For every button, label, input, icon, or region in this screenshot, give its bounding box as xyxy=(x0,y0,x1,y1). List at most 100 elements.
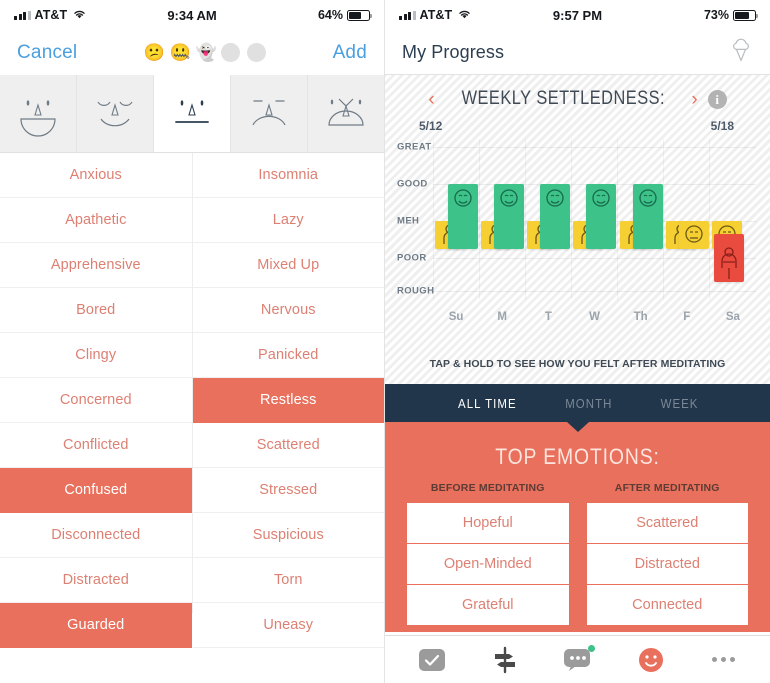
emotion-item[interactable]: Torn xyxy=(192,558,384,603)
progress-dot-3[interactable]: 👻 xyxy=(195,43,216,62)
status-left: AT&T xyxy=(399,8,471,22)
progress-dot-2[interactable]: 🤐 xyxy=(169,43,190,62)
ice-cream-cone-icon[interactable] xyxy=(729,36,753,69)
emotion-item[interactable]: Apprehensive xyxy=(0,243,192,288)
before-emotion-item[interactable]: Hopeful xyxy=(407,503,569,544)
emotion-item[interactable]: Apathetic xyxy=(0,198,192,243)
progress-dot-4[interactable] xyxy=(221,43,241,62)
day-column-f[interactable] xyxy=(664,139,710,299)
bar-after-su xyxy=(448,184,478,249)
frown-face-icon xyxy=(252,99,286,125)
good-figure-icon xyxy=(592,189,611,207)
emotion-item[interactable]: Uneasy xyxy=(192,603,384,648)
face-option-closed-eye-smile[interactable] xyxy=(77,75,154,152)
before-emotion-item[interactable]: Grateful xyxy=(407,585,569,626)
top-emotions-section: TOP EMOTIONS: BEFORE MEDITATING Hopeful … xyxy=(385,422,770,632)
bar-after-t xyxy=(540,184,571,249)
emotion-item[interactable]: Disconnected xyxy=(0,513,192,558)
big-smile-icon xyxy=(20,99,56,137)
top-emotions-columns: BEFORE MEDITATING Hopeful Open-Minded Gr… xyxy=(385,470,770,626)
day-column-t[interactable] xyxy=(525,139,571,299)
emotion-item-selected[interactable]: Confused xyxy=(0,468,192,513)
before-meditating-column: BEFORE MEDITATING Hopeful Open-Minded Gr… xyxy=(407,482,569,626)
y-axis-label: ROUGH xyxy=(397,285,435,297)
add-button[interactable]: Add xyxy=(333,42,367,64)
tab-signpost[interactable] xyxy=(483,643,527,677)
emotion-item[interactable]: Clingy xyxy=(0,333,192,378)
day-column-th[interactable] xyxy=(618,139,664,299)
tab-mood[interactable] xyxy=(629,643,673,677)
face-option-neutral[interactable] xyxy=(154,75,231,152)
tab-all-time[interactable]: ALL TIME xyxy=(458,396,517,411)
face-option-distressed[interactable] xyxy=(308,75,384,152)
day-column-w[interactable] xyxy=(571,139,617,299)
face-option-big-smile[interactable] xyxy=(0,75,77,152)
progress-dot-1[interactable]: 😕 xyxy=(143,43,164,62)
neutral-face-icon xyxy=(175,99,209,123)
emotion-column-left: Anxious Apathetic Apprehensive Bored Cli… xyxy=(0,153,193,648)
good-figure-icon xyxy=(500,189,518,207)
emotion-item-selected[interactable]: Restless xyxy=(192,378,384,423)
after-emotion-item[interactable]: Scattered xyxy=(586,503,748,544)
status-bar-left: AT&T 9:34 AM 64% xyxy=(0,0,384,30)
x-axis-tick: M xyxy=(497,311,507,323)
face-option-frown[interactable] xyxy=(231,75,308,152)
info-icon[interactable]: i xyxy=(707,89,727,109)
signpost-icon xyxy=(494,646,515,673)
emotion-item[interactable]: Insomnia xyxy=(192,153,384,198)
emotion-item-selected[interactable]: Guarded xyxy=(0,603,192,648)
emotion-column-right: Insomnia Lazy Mixed Up Nervous Panicked … xyxy=(192,153,384,648)
tab-week[interactable]: WEEK xyxy=(661,396,699,411)
emotion-item[interactable]: Suspicious xyxy=(192,513,384,558)
progress-dots: 😕 🤐 👻 xyxy=(143,43,267,62)
poor-figure-icon xyxy=(721,247,737,279)
after-emotion-item[interactable]: Distracted xyxy=(586,544,748,585)
prev-week-button[interactable]: ‹ xyxy=(428,90,434,109)
emotion-item[interactable]: Conflicted xyxy=(0,423,192,468)
emotion-item[interactable]: Scattered xyxy=(192,423,384,468)
before-emotion-item[interactable]: Open-Minded xyxy=(407,544,569,585)
bar-after-f xyxy=(678,221,709,249)
emotion-item[interactable]: Mixed Up xyxy=(192,243,384,288)
status-bar-right: AT&T 9:57 PM 73% xyxy=(385,0,770,30)
nav-bar-right: My Progress xyxy=(385,30,770,75)
x-axis-tick: F xyxy=(683,311,691,323)
time-range-tabs: ALL TIME MONTH WEEK xyxy=(385,384,770,422)
before-emotions-card: Hopeful Open-Minded Grateful xyxy=(407,503,569,626)
x-axis-labels: Su M T W Th F Sa xyxy=(433,311,756,323)
wifi-icon xyxy=(73,8,86,22)
tab-more[interactable] xyxy=(702,643,746,677)
carrier-label: AT&T xyxy=(419,8,453,22)
cancel-button[interactable]: Cancel xyxy=(17,42,77,64)
x-axis-tick: Su xyxy=(448,311,464,323)
emotion-item[interactable]: Distracted xyxy=(0,558,192,603)
date-range-start: 5/12 xyxy=(419,119,443,133)
emotion-item[interactable]: Anxious xyxy=(0,153,192,198)
emotion-item[interactable]: Nervous xyxy=(192,288,384,333)
emotion-item[interactable]: Bored xyxy=(0,288,192,333)
progress-dot-5[interactable] xyxy=(247,43,267,62)
day-column-sa[interactable] xyxy=(710,139,756,299)
chart-title: WEEKLY SETTLEDNESS: xyxy=(461,88,665,109)
x-axis-tick: Sa xyxy=(725,311,740,323)
emotion-item[interactable]: Concerned xyxy=(0,378,192,423)
signal-strength-icon xyxy=(14,10,31,20)
day-column-su[interactable] xyxy=(433,139,479,299)
emotion-item[interactable]: Panicked xyxy=(192,333,384,378)
chart-header: ‹ WEEKLY SETTLEDNESS: › i xyxy=(385,75,770,110)
chat-notification-badge xyxy=(587,644,595,652)
distressed-face-icon xyxy=(328,98,364,126)
after-emotion-item[interactable]: Connected xyxy=(586,585,748,626)
emotion-item[interactable]: Lazy xyxy=(192,198,384,243)
signal-strength-icon xyxy=(399,10,416,20)
top-emotions-title: TOP EMOTIONS: xyxy=(495,444,660,469)
emotion-item[interactable]: Stressed xyxy=(192,468,384,513)
day-column-m[interactable] xyxy=(479,139,525,299)
tab-month[interactable]: MONTH xyxy=(566,396,613,411)
chart-plot-area: GREAT GOOD MEH POOR ROUGH Su M T W Th F … xyxy=(397,139,756,323)
battery-percent-label: 64% xyxy=(317,8,343,22)
screenshot-root: AT&T 9:34 AM 64% Cancel 😕 🤐 👻 Add Anxiou… xyxy=(0,0,770,683)
next-week-button[interactable]: › xyxy=(691,90,697,109)
tab-checkmark[interactable] xyxy=(410,643,454,677)
tab-chat[interactable] xyxy=(556,643,600,677)
